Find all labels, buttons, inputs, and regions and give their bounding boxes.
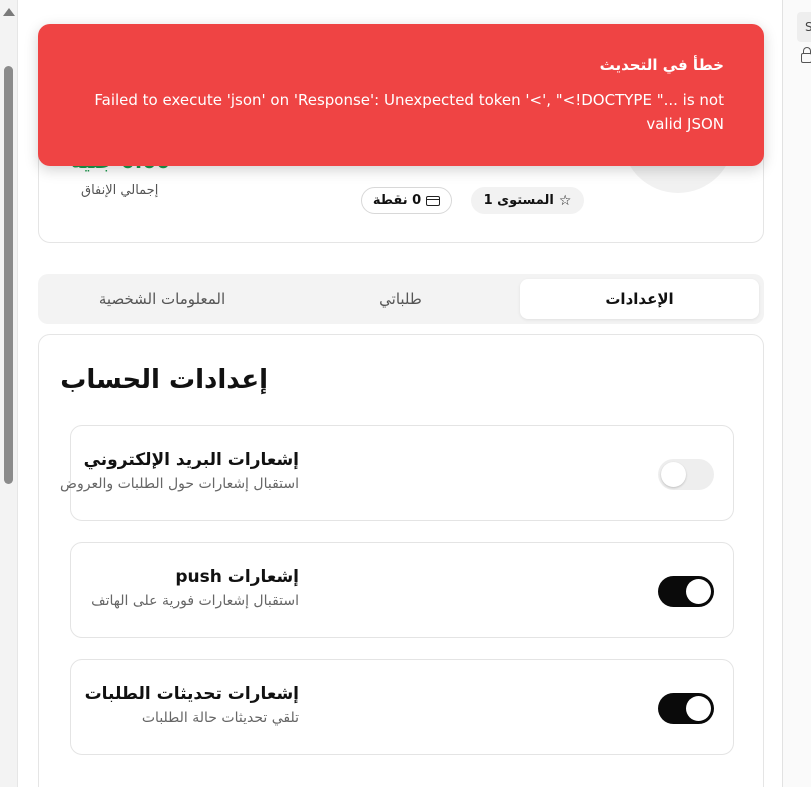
profile-tabs: الإعدادات طلباتي المعلومات الشخصية (38, 274, 764, 324)
card-icon (426, 195, 441, 206)
level-badge: ☆ المستوى 1 (471, 187, 584, 214)
setting-title: إشعارات تحديثات الطلبات (84, 684, 299, 704)
error-toast[interactable]: خطأ في التحديث Failed to execute 'json' … (38, 24, 764, 166)
toggle-knob (686, 696, 711, 721)
page-scrollbar[interactable] (0, 0, 18, 787)
tab-settings[interactable]: الإعدادات (520, 279, 759, 319)
toggle-knob (686, 579, 711, 604)
setting-email-notifications: إشعارات البريد الإلكتروني استقبال إشعارا… (60, 425, 734, 521)
setting-title: إشعارات push (175, 567, 299, 587)
push-notifications-toggle[interactable] (658, 576, 714, 607)
order-updates-toggle[interactable] (658, 693, 714, 724)
toast-title: خطأ في التحديث (599, 56, 724, 74)
level-label: المستوى 1 (483, 193, 554, 208)
account-settings-panel: إعدادات الحساب إشعارات البريد الإلكتروني… (38, 334, 764, 787)
toggle-knob (661, 462, 686, 487)
email-notifications-toggle[interactable] (658, 459, 714, 490)
setting-title: إشعارات البريد الإلكتروني (83, 450, 299, 470)
scroll-thumb[interactable] (4, 66, 13, 484)
setting-description: استقبال إشعارات فورية على الهاتف (91, 593, 299, 609)
points-badge: 0 نقطة (361, 187, 452, 214)
lock-icon[interactable] (801, 47, 811, 63)
total-spending-label: إجمالي الإنفاق (81, 183, 159, 198)
setting-order-updates: إشعارات تحديثات الطلبات تلقي تحديثات حال… (70, 659, 734, 755)
tab-my-orders[interactable]: طلباتي (281, 279, 520, 319)
points-label: 0 نقطة (372, 193, 422, 208)
setting-description: استقبال إشعارات حول الطلبات والعروض (60, 476, 299, 492)
tab-personal-info[interactable]: المعلومات الشخصية (43, 279, 281, 319)
right-side-panel: S (783, 0, 811, 787)
setting-push-notifications: إشعارات push استقبال إشعارات فورية على ا… (70, 542, 734, 638)
setting-description: تلقي تحديثات حالة الطلبات (141, 710, 299, 726)
settings-title: إعدادات الحساب (60, 365, 268, 395)
right-panel-chip[interactable]: S (797, 12, 811, 42)
toast-message: Failed to execute 'json' on 'Response': … (94, 91, 724, 133)
star-icon: ☆ (558, 192, 572, 209)
scroll-up-icon[interactable] (3, 8, 15, 16)
